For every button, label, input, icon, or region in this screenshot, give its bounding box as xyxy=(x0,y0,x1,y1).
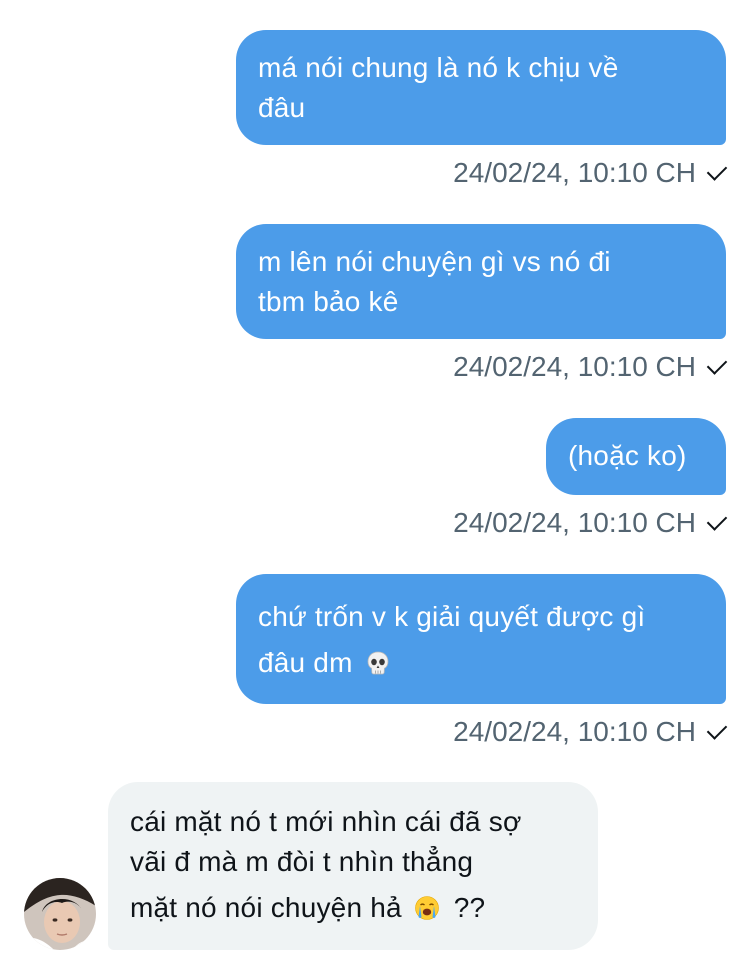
message-line: (hoặc ko) xyxy=(568,440,687,471)
message-bubble-outgoing[interactable]: má nói chung là nó k chịu về đâu xyxy=(236,30,726,145)
sent-check-icon xyxy=(706,159,728,181)
skull-emoji-icon xyxy=(367,651,388,675)
message-status: 24/02/24, 10:10 CH xyxy=(453,503,728,543)
message-line: m lên nói chuyện gì vs nó đi xyxy=(258,246,611,277)
timestamp: 24/02/24, 10:10 CH xyxy=(453,507,696,538)
message-bubble-outgoing[interactable]: (hoặc ko) xyxy=(546,418,726,495)
message-bubble-outgoing[interactable]: m lên nói chuyện gì vs nó đi tbm bảo kê xyxy=(236,224,726,339)
sent-check-icon xyxy=(706,718,728,740)
message-line: vãi đ mà m đòi t nhìn thẳng xyxy=(130,846,474,877)
message-status: 24/02/24, 10:10 CH xyxy=(453,347,728,387)
message-bubble-outgoing[interactable]: chứ trốn v k giải quyết được gì đâu dm xyxy=(236,574,726,704)
avatar[interactable] xyxy=(24,878,96,950)
message-line: tbm bảo kê xyxy=(258,286,399,317)
timestamp: 24/02/24, 10:10 CH xyxy=(453,157,696,188)
loudly-crying-face-emoji-icon xyxy=(414,896,439,920)
timestamp: 24/02/24, 10:10 CH xyxy=(453,716,696,747)
sent-check-icon xyxy=(706,353,728,375)
message-status: 24/02/24, 10:10 CH xyxy=(453,712,728,752)
timestamp: 24/02/24, 10:10 CH xyxy=(453,351,696,382)
message-line: cái mặt nó t mới nhìn cái đã sợ xyxy=(130,806,522,837)
sent-check-icon xyxy=(706,509,728,531)
message-line: chứ trốn v k giải quyết được gì xyxy=(258,601,646,632)
message-line-with-emoji: đâu dm xyxy=(258,640,704,686)
message-line: má nói chung là nó k chịu về xyxy=(258,52,619,83)
message-bubble-incoming[interactable]: cái mặt nó t mới nhìn cái đã sợ vãi đ mà… xyxy=(108,782,598,950)
message-status: 24/02/24, 10:10 CH xyxy=(453,153,728,193)
message-line-with-emoji: mặt nó nói chuyện hả ?? xyxy=(130,892,486,923)
avatar-photo xyxy=(24,878,96,950)
message-line: đâu xyxy=(258,92,306,123)
